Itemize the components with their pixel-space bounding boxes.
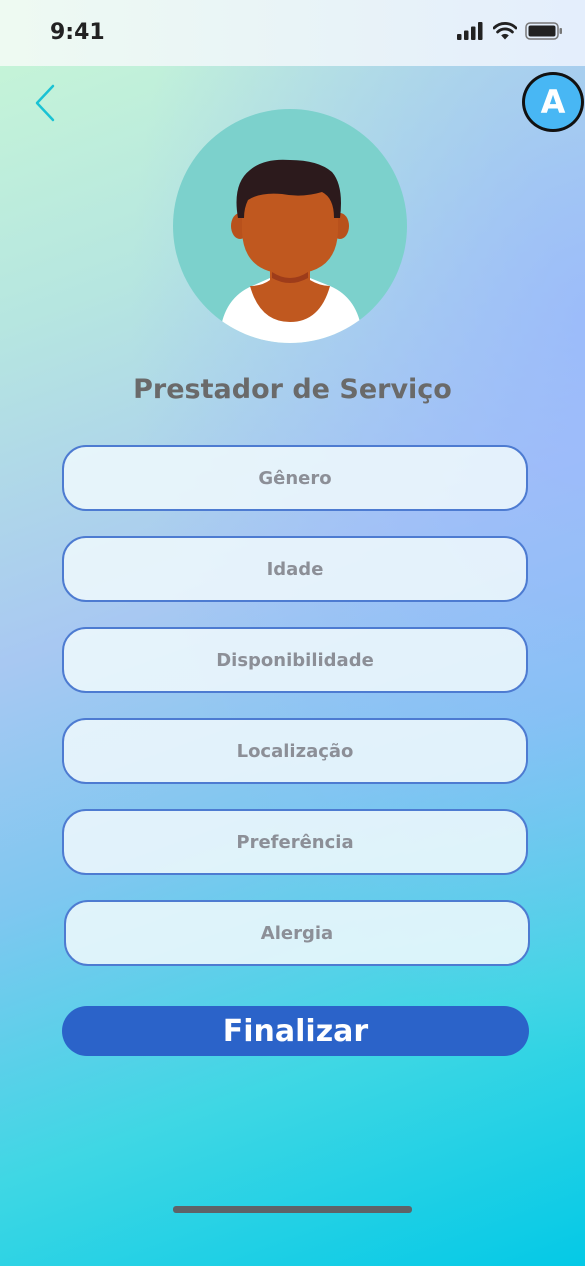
wifi-icon [493, 22, 517, 40]
status-icons [457, 22, 563, 40]
location-field[interactable]: Localização [62, 718, 528, 784]
age-field[interactable]: Idade [62, 536, 528, 602]
signal-icon [457, 22, 483, 40]
profile-badge[interactable]: A [522, 72, 584, 132]
home-indicator [173, 1206, 412, 1213]
status-bar: 9:41 [0, 0, 585, 66]
battery-icon [525, 22, 562, 40]
finalize-button[interactable]: Finalizar [62, 1006, 529, 1056]
preference-field[interactable]: Preferência [62, 809, 528, 875]
profile-badge-letter: A [525, 75, 581, 129]
profile-title: Prestador de Serviço [133, 374, 452, 405]
allergy-field[interactable]: Alergia [64, 900, 530, 966]
back-arrow-icon [35, 84, 55, 122]
avatar [173, 109, 407, 343]
gender-field[interactable]: Gênero [62, 445, 528, 511]
availability-field[interactable]: Disponibilidade [62, 627, 528, 693]
back-button[interactable] [28, 82, 62, 124]
status-time: 9:41 [50, 20, 105, 45]
